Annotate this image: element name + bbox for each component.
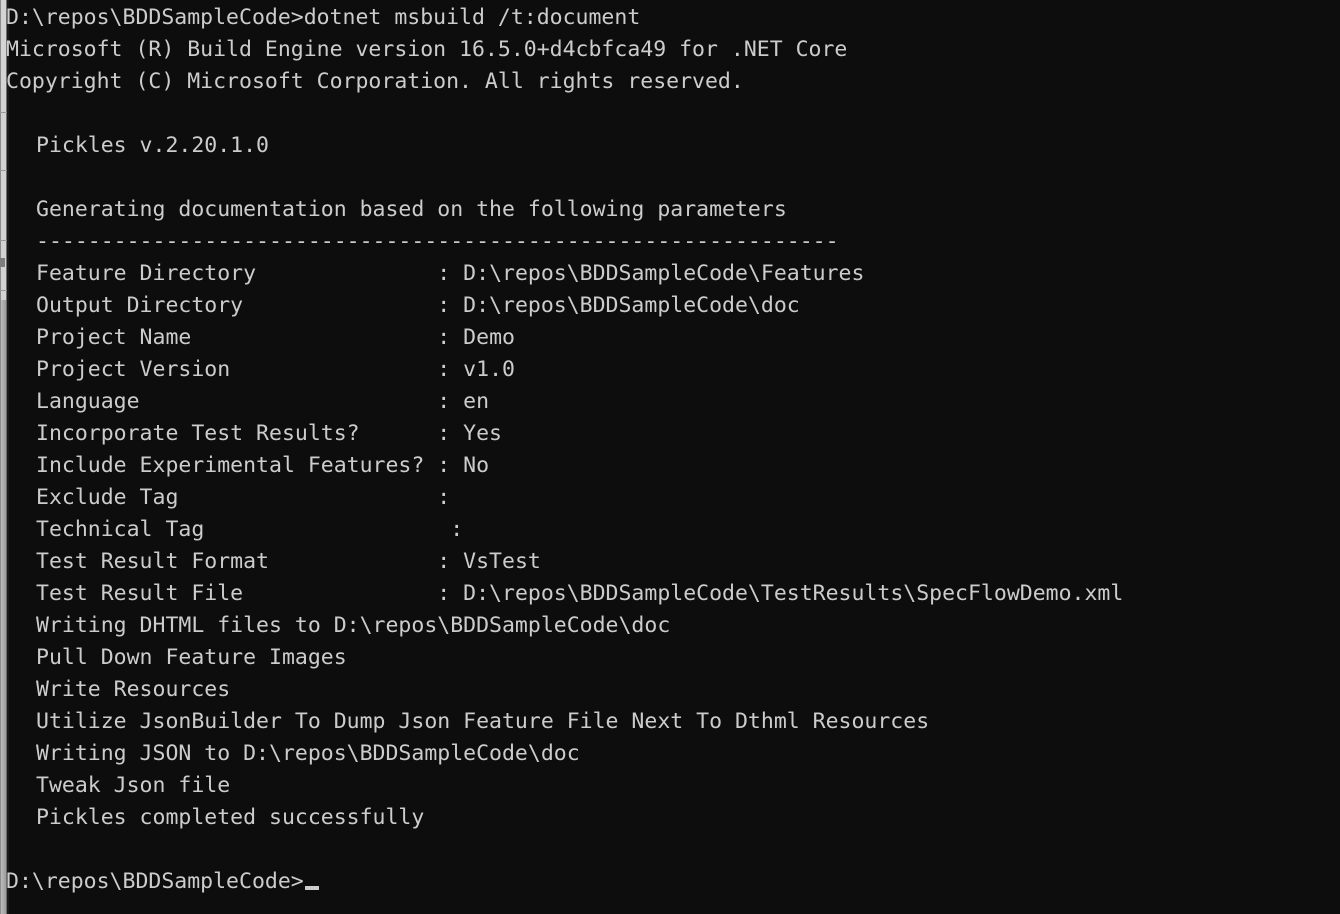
parameter-separator: : (204, 517, 464, 542)
progress-line: Tweak Json file (36, 773, 231, 798)
parameter-row: Technical Tag : (36, 514, 463, 546)
parameter-value: Yes (450, 421, 502, 446)
parameter-separator: : (269, 549, 451, 574)
parameter-label: Output Directory (36, 293, 244, 318)
progress-line: Pull Down Feature Images (36, 645, 347, 670)
parameter-label: Project Version (36, 357, 231, 382)
parameter-row: Include Experimental Features? : No (36, 450, 489, 482)
prompt-command-line: D:\repos\BDDSampleCode>dotnet msbuild /t… (6, 5, 641, 30)
progress-line: Utilize JsonBuilder To Dump Json Feature… (36, 709, 930, 734)
parameter-separator: : (191, 325, 451, 350)
text-cursor (304, 886, 319, 890)
parameter-label: Incorporate Test Results? (36, 421, 360, 446)
parameter-row: Incorporate Test Results? : Yes (36, 418, 502, 450)
parameter-row: Language : en (36, 386, 489, 418)
parameter-value: D:\repos\BDDSampleCode\Features (450, 261, 865, 286)
parameter-row: Project Version : v1.0 (36, 354, 515, 386)
parameter-row: Feature Directory : D:\repos\BDDSampleCo… (36, 258, 864, 290)
parameter-separator: : (178, 485, 451, 510)
parameter-value: Demo (450, 325, 515, 350)
parameter-separator: : (243, 581, 451, 606)
parameter-value: D:\repos\BDDSampleCode\doc (450, 293, 800, 318)
terminal-window: D:\repos\BDDSampleCode>dotnet msbuild /t… (0, 0, 1340, 914)
parameter-label: Exclude Tag (36, 485, 179, 510)
parameter-label: Test Result Format (36, 549, 269, 574)
separator-line: ----------------------------------------… (36, 229, 839, 254)
parameter-separator: : (359, 421, 451, 446)
parameter-label: Technical Tag (36, 517, 205, 542)
parameter-value: v1.0 (450, 357, 515, 382)
build-engine-line: Microsoft (R) Build Engine version 16.5.… (6, 37, 848, 62)
parameter-value: No (450, 453, 490, 478)
parameter-separator: : (230, 357, 451, 382)
copyright-line: Copyright (C) Microsoft Corporation. All… (6, 69, 744, 94)
progress-line: Writing DHTML files to D:\repos\BDDSampl… (36, 613, 671, 638)
parameter-label: Test Result File (36, 581, 244, 606)
parameter-row: Output Directory : D:\repos\BDDSampleCod… (36, 290, 800, 322)
parameter-value: VsTest (450, 549, 541, 574)
progress-line: Write Resources (36, 677, 231, 702)
parameter-separator: : (243, 293, 451, 318)
parameter-row: Project Name : Demo (36, 322, 515, 354)
final-prompt-line[interactable]: D:\repos\BDDSampleCode> (6, 866, 319, 898)
parameter-label: Language (36, 389, 140, 414)
final-prompt-text: D:\repos\BDDSampleCode> (6, 869, 304, 894)
parameter-separator: : (139, 389, 451, 414)
terminal-screen[interactable]: D:\repos\BDDSampleCode>dotnet msbuild /t… (0, 0, 1340, 914)
progress-line: Pickles completed successfully (36, 805, 425, 830)
parameter-label: Project Name (36, 325, 192, 350)
parameter-label: Include Experimental Features? (36, 453, 425, 478)
parameter-row: Test Result File : D:\repos\BDDSampleCod… (36, 578, 1123, 610)
parameter-row: Exclude Tag : (36, 482, 450, 514)
parameter-separator: : (256, 261, 451, 286)
parameter-value: D:\repos\BDDSampleCode\TestResults\SpecF… (450, 581, 1124, 606)
parameter-row: Test Result Format : VsTest (36, 546, 541, 578)
parameter-separator: : (424, 453, 451, 478)
parameter-value: en (450, 389, 490, 414)
pickles-version-line: Pickles v.2.20.1.0 (36, 133, 269, 158)
parameter-label: Feature Directory (36, 261, 257, 286)
progress-line: Writing JSON to D:\repos\BDDSampleCode\d… (36, 741, 580, 766)
generating-documentation-header: Generating documentation based on the fo… (36, 197, 787, 222)
